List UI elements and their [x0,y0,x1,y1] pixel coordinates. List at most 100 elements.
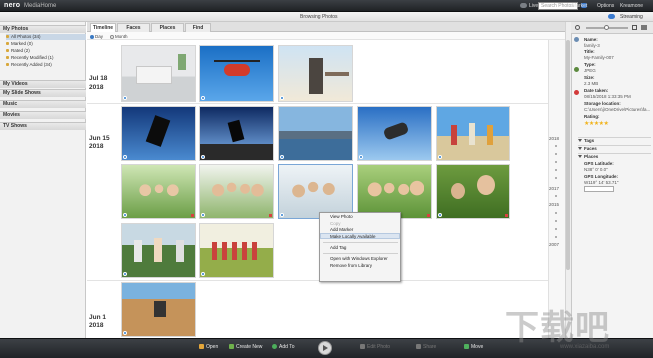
timeline-tick [555,169,557,171]
menu-item-view-photo[interactable]: View Photo [330,214,353,219]
sidebar-my-photos[interactable]: My Photos [0,25,86,33]
timeline-tick [555,177,557,179]
faces-section[interactable]: Faces [578,145,651,151]
star-icon [6,49,9,52]
photo-thumbnail-running-field[interactable] [199,223,274,278]
cloud-badge-icon [280,155,284,159]
sidebar-item-marked[interactable]: Marked (0) [6,41,86,47]
timeline-year[interactable]: 2017 [549,186,559,191]
photo-thumbnail-jump-silhouette[interactable] [121,106,196,161]
photo-thumbnail-flip-jump[interactable] [357,106,432,161]
photo-thumbnail-family-park[interactable] [121,164,196,219]
radio-day[interactable] [90,35,94,39]
sidebar-music[interactable]: Music [0,100,86,108]
gps-longitude-value: W119° 14' 53.71" [584,180,619,185]
gps-longitude-label: GPS Longitude: [584,174,618,179]
title-value[interactable]: My-Family-007 [584,55,614,60]
photo-thumbnail-camera-man[interactable] [278,45,353,102]
gps-latitude-value: N38° 0' 0.0" [584,167,608,172]
photo-thumbnail-city-skyline[interactable] [278,106,353,161]
streaming-dropdown[interactable]: Streaming [620,14,643,20]
day-option[interactable]: Day [90,34,103,39]
create-new-button[interactable]: Create New [229,343,262,351]
options-link[interactable]: Options [597,3,614,9]
timeline-year[interactable]: 2007 [549,242,559,247]
photo-thumbnail-mountain-bike[interactable] [121,282,196,337]
tab-find[interactable]: Find [185,23,211,32]
account-link[interactable]: Kreamone [620,3,643,9]
cloud-badge-icon [280,96,284,100]
photo-thumbnail-beach-group[interactable] [436,106,510,161]
place-search-field[interactable] [584,186,614,192]
zoom-slider-handle[interactable] [604,25,609,30]
timeline-tick [555,153,557,155]
timeline-year[interactable]: 2015 [549,202,559,207]
photo-thumbnail-kids-grass[interactable] [357,164,432,219]
create-icon [229,344,234,349]
sidebar-item-rated[interactable]: Rated (2) [6,48,86,54]
title-label: Title: [584,49,595,54]
rating-label: Rating: [584,114,600,119]
sidebar-my-slide-shows[interactable]: My Slide Shows [0,89,86,97]
grid-view-icon[interactable] [632,25,637,30]
menu-item-copy[interactable]: Copy [330,221,341,226]
sidebar-item-recently-modified[interactable]: Recently Modified (1) [6,55,86,61]
places-section[interactable]: Places [578,153,651,159]
photo-thumbnail-girl-portrait[interactable] [436,164,510,219]
tags-section[interactable]: Tags [578,137,651,143]
cloud-badge-icon [123,155,127,159]
photo-thumbnail-bikes-family[interactable] [121,223,196,278]
timeline-tick [555,228,557,230]
menu-item-add-marker[interactable]: Add Marker [330,227,353,232]
radio-month[interactable] [110,35,114,39]
menu-item-remove-library[interactable]: Remove from Library [330,263,372,268]
sidebar-tv-shows[interactable]: TV Shows [0,122,86,130]
sidebar-my-videos[interactable]: My Videos [0,80,86,88]
tab-places[interactable]: Places [151,23,184,32]
edit-photo-button[interactable]: Edit Photo [360,343,390,351]
folder-icon [6,35,9,38]
zoom-out-icon[interactable] [575,25,580,30]
timeline-tick [555,161,557,163]
menu-item-make-locally-available[interactable]: Make Locally Available [330,234,375,239]
timeline-tick [555,236,557,238]
watermark-url: www.xiazaiba.com [560,344,610,350]
cloud-badge-icon [201,155,205,159]
name-label: Name: [584,37,598,42]
move-button[interactable]: Move [464,343,483,351]
sidebar-item-recently-added[interactable]: Recently Added (34) [6,62,86,68]
share-button[interactable]: Share [416,343,436,351]
add-icon [272,344,277,349]
cloud-badge-icon [123,331,127,335]
photo-thumbnail-skateboard[interactable] [199,106,274,161]
live-guide-toggle[interactable] [520,3,527,8]
photo-thumbnail-family-group[interactable] [199,164,274,219]
add-to-button[interactable]: Add To [272,343,294,351]
group-year: 2018 [89,322,104,329]
menu-item-open-explorer[interactable]: Open with Windows Explorer [330,256,388,261]
sidebar-movies[interactable]: Movies [0,111,86,119]
open-button[interactable]: Open [199,343,218,351]
photo-thumbnail-family-selected[interactable] [278,164,353,219]
timeline-year[interactable]: 2018 [549,136,559,141]
sidebar-item-all-photos[interactable]: All Photos (34) [6,34,86,40]
photo-thumbnail-living-room[interactable] [121,45,196,102]
menu-separator [323,242,398,243]
timeline-tick [555,220,557,222]
tab-faces[interactable]: Faces [117,23,150,32]
month-option[interactable]: Month [110,34,128,39]
cloud-badge-icon [123,213,127,217]
scrollbar-thumb[interactable] [566,40,570,270]
rating-stars[interactable]: ★★★★★ [584,120,609,127]
timeline-tick [555,212,557,214]
menu-item-add-tag[interactable]: Add Tag [330,245,346,250]
photo-thumbnail-helicopter[interactable] [199,45,274,102]
market-link[interactable]: Market [572,3,587,9]
clock-icon [6,56,9,59]
cloud-stream-icon [608,14,615,19]
date-label: Date taken: [584,88,609,93]
storage-label: Storage location: [584,101,621,106]
tab-timeline[interactable]: Timeline [90,23,116,32]
marker-icon [6,42,9,45]
details-view-icon[interactable] [641,25,647,30]
